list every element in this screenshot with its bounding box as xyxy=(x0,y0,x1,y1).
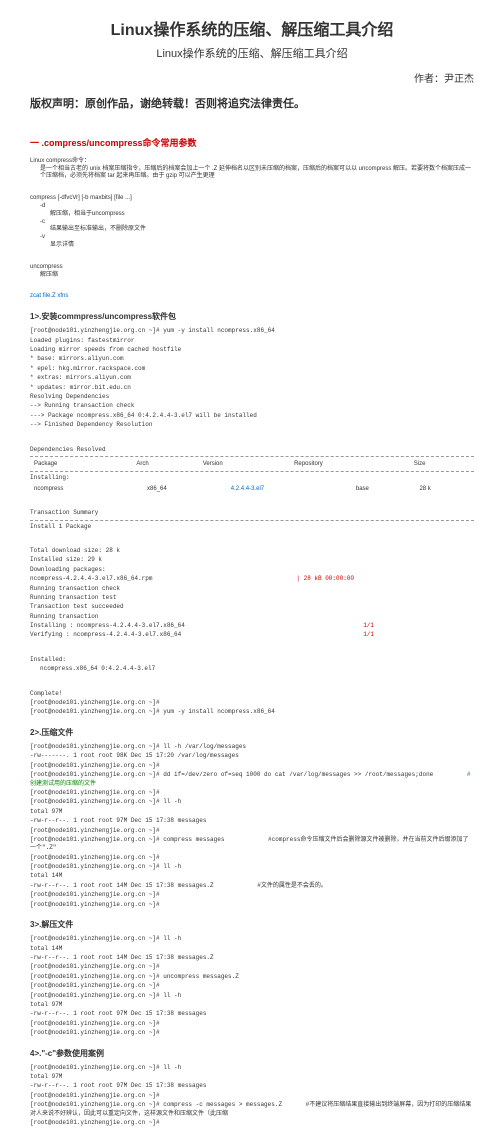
cmd: [root@node101.yinzhengjie.org.cn ~]# xyxy=(30,1020,474,1028)
cmd: total 97M xyxy=(30,1073,474,1081)
package-row: ncompressx86_644.2.4.4-3.el7base28 k xyxy=(30,484,474,494)
subsection-4: 4>."-c"参数使用案例 xyxy=(30,1048,474,1059)
total-inst: Installed size: 29 k xyxy=(30,556,474,564)
usage-syntax: compress [-dfvcVr] [-b maxbits] [file ..… xyxy=(30,195,474,203)
uncompress-label: uncompress xyxy=(30,264,474,272)
cmd: total 97M xyxy=(30,1001,474,1009)
installed-label: Installed: xyxy=(30,656,474,664)
author-line: 作者：尹正杰 xyxy=(30,73,474,87)
yum-out: --> Running transaction check xyxy=(30,402,474,410)
cmd: total 97M xyxy=(30,808,474,816)
cmd: [root@node101.yinzhengjie.org.cn ~]# xyxy=(30,963,474,971)
cmd: -rw-------. 1 root root 98K Dec 15 17:20… xyxy=(30,752,474,760)
downloading: Downloading packages: xyxy=(30,566,474,574)
intro-text: 是一个相当古老的 unix 档案压缩指令，压缩后的档案会加上一个 .Z 延伸档名… xyxy=(40,166,474,182)
copyright-notice: 版权声明：原创作品，谢绝转载！否则将追究法律责任。 xyxy=(30,97,474,112)
page-subtitle: Linux操作系统的压缩、解压缩工具介绍 xyxy=(30,47,474,62)
cmd: [root@node101.yinzhengjie.org.cn ~]# xyxy=(30,827,474,835)
yum-out: Resolving Dependencies xyxy=(30,393,474,401)
cmd: [root@node101.yinzhengjie.org.cn ~]# xyxy=(30,854,474,862)
intro-label: Linux compress命令： xyxy=(30,158,474,166)
zcat-line: zcat file.Z xfns xyxy=(30,293,474,301)
cmd: [root@node101.yinzhengjie.org.cn ~]# unc… xyxy=(30,973,474,981)
total-dl: Total download size: 28 k xyxy=(30,547,474,555)
rtc: Running transaction check xyxy=(30,585,474,593)
cmd: -rw-r--r--. 1 root root 14M Dec 15 17:38… xyxy=(30,882,474,890)
yum-out: * epel: hkg.mirror.rackspace.com xyxy=(30,365,474,373)
rt: Running transaction xyxy=(30,613,474,621)
complete: Complete! xyxy=(30,690,474,698)
page-title: Linux操作系统的压缩、解压缩工具介绍 xyxy=(30,20,474,42)
tts: Transaction test succeeded xyxy=(30,603,474,611)
option-c: -c结果输出至标准输出，不删除原文件 xyxy=(40,219,474,235)
yum-command: [root@node101.yinzhengjie.org.cn ~]# yum… xyxy=(30,327,474,335)
installing-label: Installing: xyxy=(30,474,474,482)
cmd: total 14M xyxy=(30,945,474,953)
cmd: [root@node101.yinzhengjie.org.cn ~]# ll … xyxy=(30,798,474,806)
divider xyxy=(30,456,474,457)
cmd: [root@node101.yinzhengjie.org.cn ~]# xyxy=(30,1092,474,1100)
divider xyxy=(30,471,474,472)
option-d: -d解压缩，相当于uncompress xyxy=(40,203,474,219)
rtt: Running transaction test xyxy=(30,594,474,602)
yum-out: Loading mirror speeds from cached hostfi… xyxy=(30,346,474,354)
prompt: [root@node101.yinzhengjie.org.cn ~]# xyxy=(30,699,474,707)
trans-summary: Transaction Summary xyxy=(30,509,474,517)
cmd: [root@node101.yinzhengjie.org.cn ~]# com… xyxy=(30,836,474,853)
subsection-1: 1>.安装commpress/uncompress软件包 xyxy=(30,311,474,322)
cmd: [root@node101.yinzhengjie.org.cn ~]# xyxy=(30,789,474,797)
subsection-2: 2>.压缩文件 xyxy=(30,727,474,738)
cmd: [root@node101.yinzhengjie.org.cn ~]# xyxy=(30,1119,474,1127)
install-count: Install 1 Package xyxy=(30,523,474,531)
yum-out: * updates: mirror.bit.edu.cn xyxy=(30,384,474,392)
cmd: -rw-r--r--. 1 root root 14M Dec 15 17:38… xyxy=(30,954,474,962)
yum-out: ---> Package ncompress.x86_64 0:4.2.4.4-… xyxy=(30,412,474,420)
cmd: [root@node101.yinzhengjie.org.cn ~]# com… xyxy=(30,1101,474,1118)
cmd: [root@node101.yinzhengjie.org.cn ~]# xyxy=(30,982,474,990)
subsection-3: 3>.解压文件 xyxy=(30,919,474,930)
cmd: -rw-r--r--. 1 root root 97M Dec 15 17:38… xyxy=(30,1082,474,1090)
cmd: total 14M xyxy=(30,872,474,880)
verifying: Verifying : ncompress-4.2.4.4-3.el7.x86_… xyxy=(30,631,474,639)
option-v: -v显示详情 xyxy=(40,234,474,250)
cmd: -rw-r--r--. 1 root root 97M Dec 15 17:38… xyxy=(30,817,474,825)
installing: Installing : ncompress-4.2.4.4-3.el7.x86… xyxy=(30,622,474,630)
section-1-heading: 一 .compress/uncompress命令常用参数 xyxy=(30,137,474,150)
cmd: [root@node101.yinzhengjie.org.cn ~]# xyxy=(30,891,474,899)
cmd: -rw-r--r--. 1 root root 97M Dec 15 17:38… xyxy=(30,1010,474,1018)
installed-pkg: ncompress.x86_64 0:4.2.4.4-3.el7 xyxy=(40,665,474,673)
cmd: [root@node101.yinzhengjie.org.cn ~]# xyxy=(30,762,474,770)
cmd: [root@node101.yinzhengjie.org.cn ~]# xyxy=(30,901,474,909)
yum-out: Loaded plugins: fastestmirror xyxy=(30,337,474,345)
yum-out: * extras: mirrors.aliyun.com xyxy=(30,374,474,382)
cmd: [root@node101.yinzhengjie.org.cn ~]# ll … xyxy=(30,935,474,943)
deps-label: Dependencies Resolved xyxy=(30,446,474,454)
divider xyxy=(30,520,474,521)
package-table: PackageArchVersionRepositorySize xyxy=(30,459,474,469)
yum-out: * base: mirrors.aliyun.com xyxy=(30,355,474,363)
cmd: [root@node101.yinzhengjie.org.cn ~]# ll … xyxy=(30,863,474,871)
cmd: [root@node101.yinzhengjie.org.cn ~]# dd … xyxy=(30,771,474,788)
cmd: [root@node101.yinzhengjie.org.cn ~]# xyxy=(30,1029,474,1037)
uncompress-desc: 解压缩 xyxy=(40,272,474,280)
cmd: [root@node101.yinzhengjie.org.cn ~]# ll … xyxy=(30,992,474,1000)
yum-out: --> Finished Dependency Resolution xyxy=(30,421,474,429)
dl-file: ncompress-4.2.4.4-3.el7.x86_64.rpm| 28 k… xyxy=(30,575,474,583)
cmd: [root@node101.yinzhengjie.org.cn ~]# ll … xyxy=(30,743,474,751)
cmd: [root@node101.yinzhengjie.org.cn ~]# ll … xyxy=(30,1064,474,1072)
